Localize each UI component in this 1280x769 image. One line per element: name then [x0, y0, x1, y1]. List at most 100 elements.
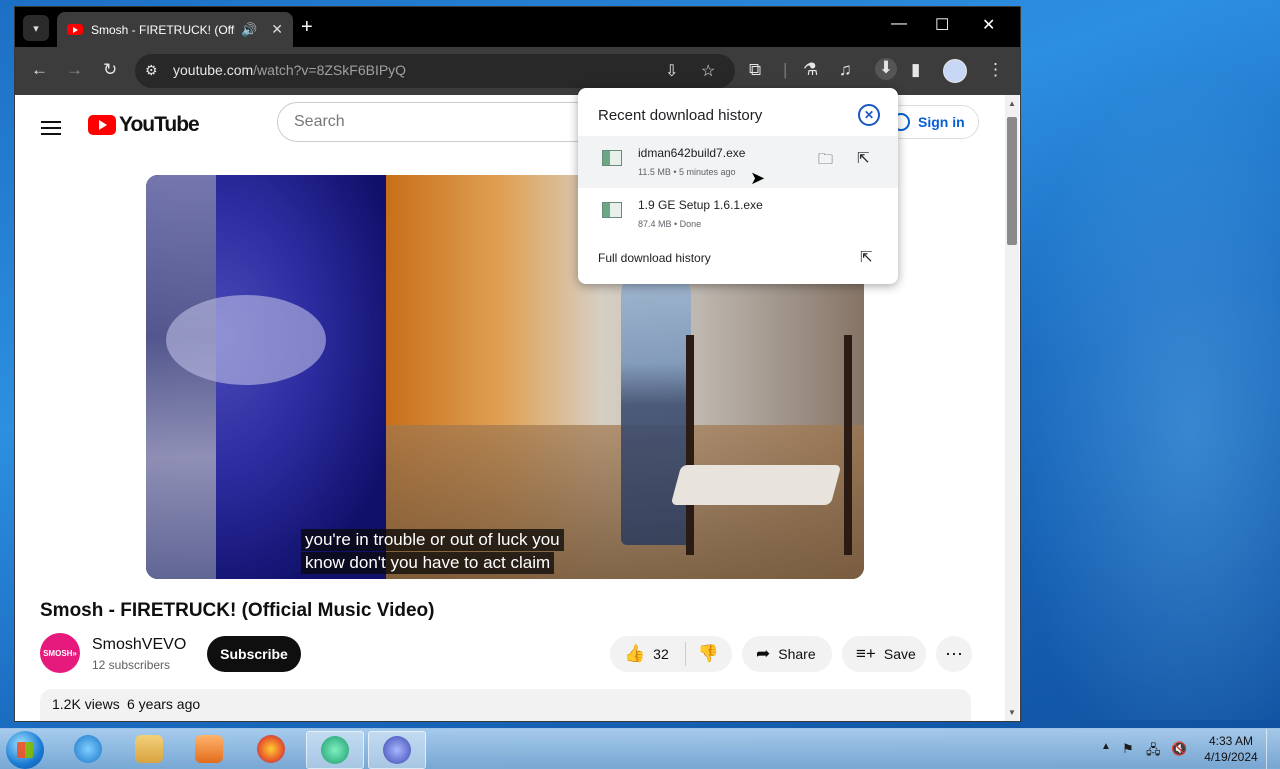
share-button[interactable]: ➦ Share	[742, 636, 832, 672]
like-divider	[684, 642, 686, 666]
open-external-icon[interactable]: ⇱	[857, 149, 870, 167]
open-history-external-icon[interactable]: ⇱	[860, 248, 873, 266]
caption-line-2: know don't you have to act claim	[301, 552, 555, 574]
internet-explorer-icon	[74, 735, 102, 763]
action-center-flag-icon[interactable]: ⚑	[1122, 741, 1134, 757]
url-text[interactable]: youtube.com/watch?v=8ZSkF6BIPyQ	[173, 62, 406, 78]
media-controls-icon[interactable]: ♫	[839, 60, 852, 80]
description-box[interactable]: 1.2K views 6 years ago	[40, 689, 971, 721]
view-count: 1.2K views	[52, 696, 120, 712]
search-input[interactable]: Search	[277, 102, 608, 142]
search-placeholder: Search	[294, 113, 345, 130]
full-download-history-link[interactable]: Full download history	[598, 251, 711, 265]
youtube-logo[interactable]: YouTube	[88, 113, 200, 137]
like-dislike-group: 👍 32 👎	[610, 636, 732, 672]
show-hidden-icons-icon[interactable]: ▲	[1101, 741, 1111, 752]
taskbar: ▲ ⚑ 🖧 🔇 4:33 AM 4/19/2024	[0, 728, 1280, 769]
close-downloads-icon[interactable]: ✕	[858, 104, 880, 126]
channel-avatar[interactable]: SMOSH»	[40, 633, 80, 673]
site-info-icon[interactable]: ⚙	[145, 62, 158, 79]
show-in-folder-icon[interactable]: 🗀	[818, 149, 833, 174]
forward-arrow-icon[interactable]: →	[66, 60, 83, 80]
windows-logo-icon	[17, 742, 33, 758]
youtube-play-icon	[88, 115, 116, 135]
download-filename: idman642build7.exe	[638, 146, 746, 160]
mouse-cursor-icon: ➤	[750, 168, 766, 188]
taskbar-internet-explorer[interactable]	[60, 731, 116, 767]
video-title: Smosh - FIRETRUCK! (Official Music Video…	[40, 600, 435, 621]
downloads-icon[interactable]: ⬇	[875, 58, 897, 80]
taskbar-app-green[interactable]	[306, 731, 364, 769]
taskbar-media-player[interactable]	[181, 731, 237, 767]
like-count[interactable]: 32	[653, 646, 669, 662]
downloads-bubble: Recent download history ✕ idman642build7…	[578, 88, 898, 284]
download-meta: 87.4 MB • Done	[638, 219, 702, 229]
thumbs-down-icon[interactable]: 👎	[698, 644, 719, 664]
hamburger-menu-icon[interactable]	[41, 117, 61, 139]
share-arrow-icon: ➦	[756, 644, 771, 663]
clock-date: 4/19/2024	[1204, 750, 1258, 764]
desktop-background	[980, 0, 1280, 720]
video-chair-seat	[670, 465, 842, 505]
downloads-header: Recent download history	[598, 107, 763, 124]
playlist-add-icon: ≡+	[856, 644, 876, 663]
download-item[interactable]: idman642build7.exe 11.5 MB • 5 minutes a…	[578, 136, 898, 188]
tab-youtube[interactable]: Smosh - FIRETRUCK! (Official Music Video…	[57, 12, 293, 47]
maximize-button[interactable]: ☐	[935, 15, 949, 35]
kebab-menu-icon[interactable]: ⋮	[987, 60, 1004, 80]
scrollbar-thumb[interactable]	[1007, 117, 1017, 245]
address-bar[interactable]: ⚙ youtube.com/watch?v=8ZSkF6BIPyQ ⇩ ☆	[135, 54, 735, 88]
system-clock[interactable]: 4:33 AM 4/19/2024	[1196, 733, 1266, 765]
toolbar-divider: |	[783, 60, 788, 79]
firefox-icon	[257, 735, 285, 763]
more-actions-icon[interactable]: ⋯	[936, 636, 972, 672]
exe-file-icon	[602, 202, 622, 218]
profile-avatar-icon[interactable]	[943, 59, 967, 83]
youtube-favicon-icon	[67, 24, 83, 35]
url-path: /watch?v=8ZSkF6BIPyQ	[253, 62, 407, 78]
start-button[interactable]	[6, 731, 44, 769]
bookmark-star-icon[interactable]: ☆	[701, 61, 715, 81]
caption-line-1: you're in trouble or out of luck you	[301, 529, 564, 551]
youtube-logo-text: YouTube	[119, 113, 200, 136]
install-app-icon[interactable]: ⇩	[665, 61, 678, 81]
download-item[interactable]: 1.9 GE Setup 1.6.1.exe 87.4 MB • Done	[578, 188, 898, 240]
subscribe-button[interactable]: Subscribe	[207, 636, 301, 672]
network-icon[interactable]: 🖧	[1146, 741, 1161, 763]
channel-name[interactable]: SmoshVEVO	[92, 636, 186, 654]
speaker-icon[interactable]: 🔊	[241, 22, 257, 38]
sign-in-label: Sign in	[918, 114, 965, 130]
media-player-icon	[195, 735, 223, 763]
tab-title: Smosh - FIRETRUCK! (Official Music Video…	[91, 22, 235, 37]
back-arrow-icon[interactable]: ←	[31, 60, 48, 80]
thumbs-up-icon[interactable]: 👍	[624, 644, 645, 664]
close-window-button[interactable]: ✕	[982, 15, 995, 35]
app-loop-icon	[383, 736, 411, 764]
download-meta: 11.5 MB • 5 minutes ago	[638, 167, 736, 177]
video-chair	[686, 335, 852, 555]
video-motion-blur	[166, 295, 326, 385]
taskbar-file-explorer[interactable]	[121, 731, 177, 767]
volume-muted-icon[interactable]: 🔇	[1171, 741, 1187, 757]
side-panel-icon[interactable]: ▮	[911, 60, 920, 80]
exe-file-icon	[602, 150, 622, 166]
channel-subscriber-count: 12 subscribers	[92, 658, 171, 672]
tab-close-icon[interactable]: ✕	[271, 21, 283, 38]
reload-icon[interactable]: ↻	[103, 60, 117, 80]
save-button[interactable]: ≡+ Save	[842, 636, 926, 672]
save-label: Save	[883, 646, 916, 662]
clock-time: 4:33 AM	[1208, 734, 1254, 748]
download-filename: 1.9 GE Setup 1.6.1.exe	[638, 198, 763, 212]
taskbar-app-loop[interactable]	[368, 731, 426, 769]
labs-flask-icon[interactable]: ⚗	[803, 60, 818, 80]
scroll-down-icon[interactable]: ▼	[1008, 708, 1016, 717]
share-label: Share	[778, 646, 816, 662]
minimize-button[interactable]: —	[891, 15, 907, 33]
page-scrollbar[interactable]: ▲ ▼	[1005, 95, 1019, 721]
tab-search-button[interactable]: ▾	[23, 15, 49, 41]
taskbar-firefox[interactable]	[243, 731, 299, 767]
show-desktop-button[interactable]	[1266, 729, 1280, 769]
extensions-icon[interactable]: ⧉	[749, 60, 761, 80]
new-tab-button[interactable]: +	[301, 16, 313, 39]
scroll-up-icon[interactable]: ▲	[1008, 99, 1016, 108]
